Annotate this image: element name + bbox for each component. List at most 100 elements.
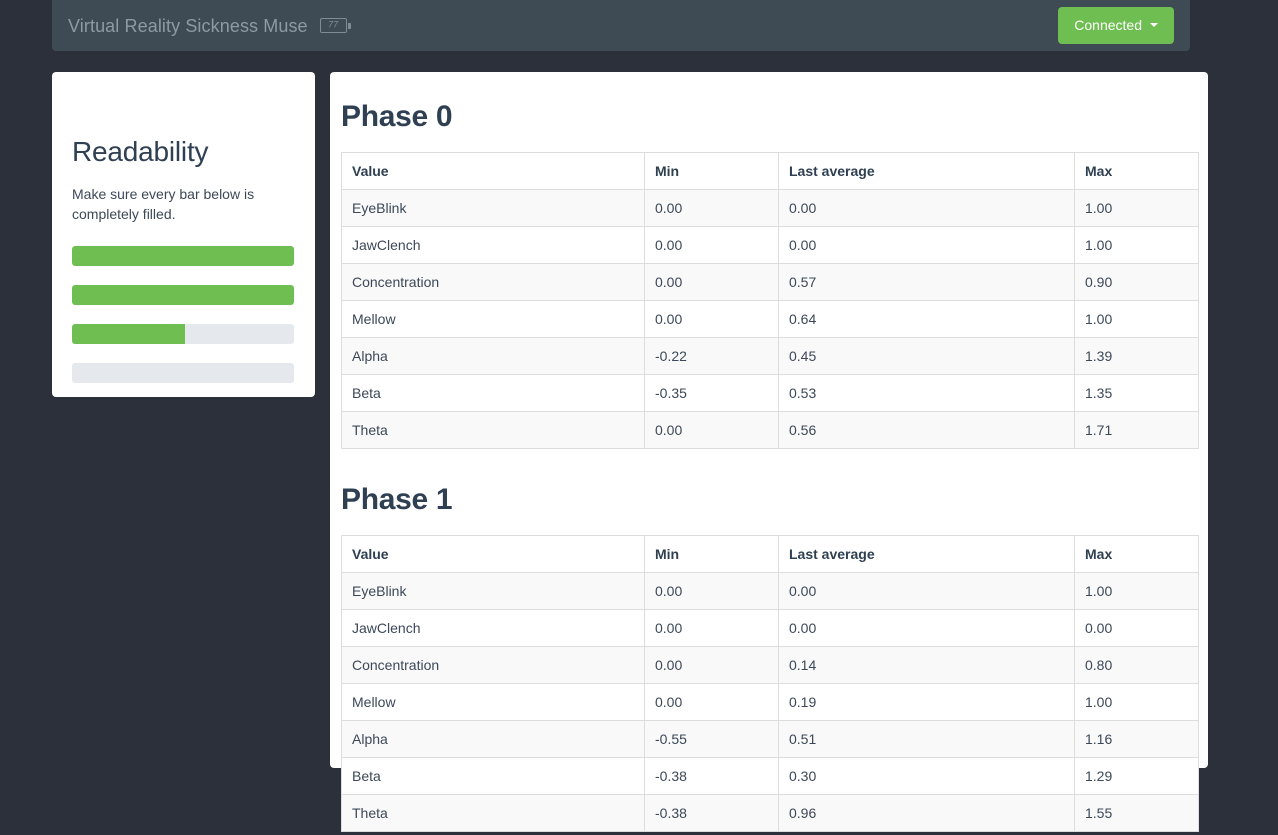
cell-min: -0.55 bbox=[644, 720, 779, 758]
cell-avg: 0.00 bbox=[778, 572, 1075, 610]
cell-min: -0.22 bbox=[644, 337, 779, 375]
cell-value: Beta bbox=[341, 374, 645, 412]
caret-down-icon bbox=[1150, 23, 1158, 27]
cell-max: 0.00 bbox=[1074, 609, 1199, 647]
table-row: EyeBlink 0.00 0.00 1.00 bbox=[341, 572, 1199, 610]
readability-bars bbox=[72, 246, 295, 383]
cell-max: 1.35 bbox=[1074, 374, 1199, 412]
cell-value: Mellow bbox=[341, 300, 645, 338]
table-row: Beta -0.38 0.30 1.29 bbox=[341, 757, 1199, 795]
readability-title: Readability bbox=[72, 136, 209, 167]
phases-list: Phase 0 Value Min Last average Max EyeBlink 0.… bbox=[341, 100, 1199, 832]
table-row: Concentration 0.00 0.57 0.90 bbox=[341, 263, 1199, 301]
cell-min: -0.35 bbox=[644, 374, 779, 412]
cell-max: 1.00 bbox=[1074, 683, 1199, 721]
cell-value: Mellow bbox=[341, 683, 645, 721]
cell-value: Concentration bbox=[341, 646, 645, 684]
readability-bar-2 bbox=[72, 285, 294, 305]
cell-value: Beta bbox=[341, 757, 645, 795]
cell-avg: 0.56 bbox=[778, 411, 1075, 449]
cell-max: 1.00 bbox=[1074, 226, 1199, 264]
column-header-avg: Last average bbox=[778, 152, 1075, 190]
cell-value: JawClench bbox=[341, 609, 645, 647]
table-row: Concentration 0.00 0.14 0.80 bbox=[341, 646, 1199, 684]
cell-min: 0.00 bbox=[644, 572, 779, 610]
column-header-min: Min bbox=[644, 152, 779, 190]
readability-description: Make sure every bar below is completely … bbox=[72, 186, 255, 222]
cell-avg: 0.51 bbox=[778, 720, 1075, 758]
phase-block-1: Phase 1 Value Min Last average Max EyeBlink 0.… bbox=[341, 483, 1199, 832]
table-row: Alpha -0.55 0.51 1.16 bbox=[341, 720, 1199, 758]
cell-value: Concentration bbox=[341, 263, 645, 301]
cell-avg: 0.57 bbox=[778, 263, 1075, 301]
table-row: Theta 0.00 0.56 1.71 bbox=[341, 411, 1199, 449]
cell-avg: 0.19 bbox=[778, 683, 1075, 721]
column-header-avg: Last average bbox=[778, 535, 1075, 573]
readability-bar-4 bbox=[72, 363, 294, 383]
cell-value: Alpha bbox=[341, 720, 645, 758]
cell-min: 0.00 bbox=[644, 646, 779, 684]
battery-level-label: 77 bbox=[328, 19, 339, 30]
cell-max: 1.55 bbox=[1074, 794, 1199, 832]
phases-panel: Phase 0 Value Min Last average Max EyeBlink 0.… bbox=[330, 72, 1208, 832]
table-row: Theta -0.38 0.96 1.55 bbox=[341, 794, 1199, 832]
phase-block-0: Phase 0 Value Min Last average Max EyeBlink 0.… bbox=[341, 100, 1199, 449]
cell-max: 0.90 bbox=[1074, 263, 1199, 301]
phase-title-1: Phase 1 bbox=[341, 483, 453, 516]
battery-icon: 77 bbox=[319, 18, 351, 33]
cell-min: 0.00 bbox=[644, 226, 779, 264]
brand[interactable]: Virtual Reality Sickness Muse 77 bbox=[68, 15, 351, 36]
connection-status-label: Connected bbox=[1074, 17, 1142, 33]
cell-min: 0.00 bbox=[644, 683, 779, 721]
readability-panel: Readability Make sure every bar below is… bbox=[52, 72, 315, 397]
cell-max: 1.16 bbox=[1074, 720, 1199, 758]
cell-min: -0.38 bbox=[644, 794, 779, 832]
cell-value: Theta bbox=[341, 411, 645, 449]
column-header-max: Max bbox=[1074, 152, 1199, 190]
readability-bar-3-fill bbox=[72, 324, 186, 344]
column-header-value: Value bbox=[341, 535, 645, 573]
app-title: Virtual Reality Sickness Muse bbox=[68, 15, 308, 36]
cell-max: 1.00 bbox=[1074, 300, 1199, 338]
cell-max: 1.29 bbox=[1074, 757, 1199, 795]
cell-min: 0.00 bbox=[644, 300, 779, 338]
cell-avg: 0.96 bbox=[778, 794, 1075, 832]
table-row: Mellow 0.00 0.19 1.00 bbox=[341, 683, 1199, 721]
cell-max: 1.00 bbox=[1074, 189, 1199, 227]
navbar-right: Connected bbox=[1058, 7, 1174, 44]
phase-title-0: Phase 0 bbox=[341, 100, 453, 133]
table-row: Alpha -0.22 0.45 1.39 bbox=[341, 337, 1199, 375]
cell-min: 0.00 bbox=[644, 189, 779, 227]
column-header-value: Value bbox=[341, 152, 645, 190]
phase-table-0: Value Min Last average Max EyeBlink 0.00 0.00 1… bbox=[341, 152, 1199, 449]
cell-max: 0.80 bbox=[1074, 646, 1199, 684]
cell-avg: 0.00 bbox=[778, 609, 1075, 647]
table-header-row: Value Min Last average Max bbox=[341, 152, 1199, 190]
readability-bar-1 bbox=[72, 246, 294, 266]
navbar: Virtual Reality Sickness Muse 77 Connect… bbox=[52, 0, 1190, 51]
cell-avg: 0.30 bbox=[778, 757, 1075, 795]
table-row: Beta -0.35 0.53 1.35 bbox=[341, 374, 1199, 412]
cell-value: Theta bbox=[341, 794, 645, 832]
cell-max: 1.00 bbox=[1074, 572, 1199, 610]
cell-avg: 0.00 bbox=[778, 226, 1075, 264]
cell-avg: 0.14 bbox=[778, 646, 1075, 684]
cell-value: JawClench bbox=[341, 226, 645, 264]
cell-avg: 0.53 bbox=[778, 374, 1075, 412]
column-header-max: Max bbox=[1074, 535, 1199, 573]
column-header-min: Min bbox=[644, 535, 779, 573]
cell-value: EyeBlink bbox=[341, 189, 645, 227]
cell-min: -0.38 bbox=[644, 757, 779, 795]
readability-bar-2-fill bbox=[72, 285, 294, 305]
cell-min: 0.00 bbox=[644, 609, 779, 647]
table-row: JawClench 0.00 0.00 1.00 bbox=[341, 226, 1199, 264]
cell-value: EyeBlink bbox=[341, 572, 645, 610]
cell-avg: 0.64 bbox=[778, 300, 1075, 338]
cell-max: 1.39 bbox=[1074, 337, 1199, 375]
connection-status-button[interactable]: Connected bbox=[1058, 7, 1174, 44]
cell-max: 1.71 bbox=[1074, 411, 1199, 449]
cell-min: 0.00 bbox=[644, 263, 779, 301]
cell-value: Alpha bbox=[341, 337, 645, 375]
table-header-row: Value Min Last average Max bbox=[341, 535, 1199, 573]
readability-bar-1-fill bbox=[72, 246, 294, 266]
